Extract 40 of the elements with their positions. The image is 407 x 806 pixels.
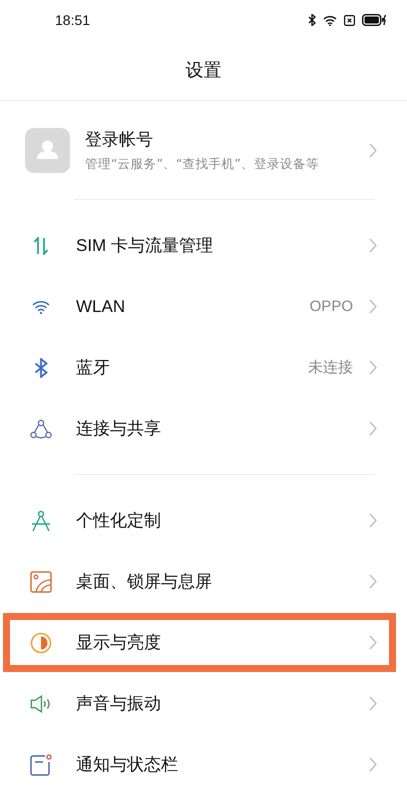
chevron-icon xyxy=(369,421,377,436)
settings-item[interactable]: 显示与亮度 xyxy=(2,612,397,673)
chevron-icon xyxy=(369,757,377,772)
settings-item[interactable]: 通知与状态栏 xyxy=(0,734,407,795)
settings-item[interactable]: WLAN OPPO xyxy=(0,276,407,337)
item-value: 未连接 xyxy=(308,358,353,377)
chevron-icon xyxy=(369,238,377,253)
compass-icon xyxy=(30,510,52,532)
status-time: 18:51 xyxy=(55,12,90,28)
settings-item[interactable]: 蓝牙 未连接 xyxy=(0,337,407,398)
avatar-icon xyxy=(25,128,70,172)
contrast-icon xyxy=(30,632,52,654)
chevron-icon xyxy=(369,142,377,158)
account-title: 登录帐号 xyxy=(85,128,154,150)
bluetooth-icon xyxy=(308,14,316,26)
battery-icon xyxy=(362,14,386,26)
chevron-icon xyxy=(369,513,377,528)
chevron-icon xyxy=(369,299,377,314)
wallpaper-icon xyxy=(30,570,52,592)
settings-item[interactable]: 桌面、锁屏与息屏 xyxy=(0,551,407,612)
settings-item[interactable]: 连接与共享 xyxy=(0,398,407,459)
sim-icon xyxy=(344,14,355,26)
chevron-icon xyxy=(369,574,377,589)
wifi-icon xyxy=(323,14,337,26)
chevron-icon xyxy=(369,360,377,375)
nodes-icon xyxy=(30,418,52,438)
account-subtitle: 管理“云服务”、“查找手机”、登录设备等 xyxy=(85,156,320,172)
settings-item[interactable]: SIM 卡与流量管理 xyxy=(0,215,407,276)
chevron-icon xyxy=(369,696,377,711)
item-value: OPPO xyxy=(310,298,353,315)
bluetooth-icon xyxy=(34,358,48,378)
wifi-icon xyxy=(32,300,50,314)
page-title: 设置 xyxy=(186,59,222,82)
speaker-icon xyxy=(30,694,52,714)
settings-item[interactable]: 个性化定制 xyxy=(0,490,407,551)
account-row[interactable]: 登录帐号 管理“云服务”、“查找手机”、登录设备等 xyxy=(0,101,407,199)
settings-item[interactable]: 声音与振动 xyxy=(0,673,407,734)
chevron-icon xyxy=(369,635,377,650)
notification-icon xyxy=(30,754,52,776)
arrows-icon xyxy=(33,236,49,254)
